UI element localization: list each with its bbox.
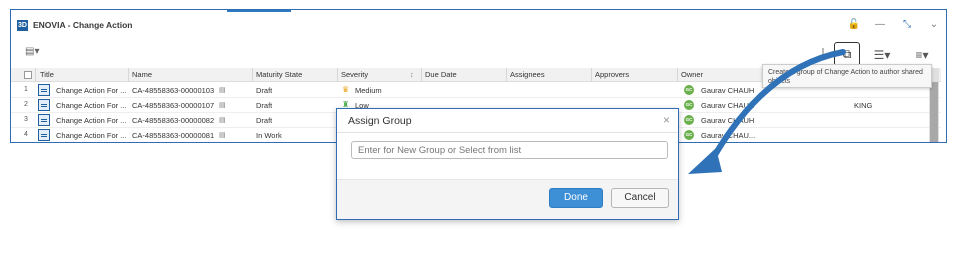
column-due-date[interactable]: Due Date (425, 70, 457, 79)
done-button[interactable]: Done (549, 188, 603, 208)
title-cell[interactable]: Change Action For ... (56, 101, 128, 110)
copy-icon[interactable]: ▤ (219, 101, 226, 109)
name-cell[interactable]: CA-48558363-00000107 (132, 101, 214, 110)
change-action-icon (38, 129, 50, 141)
name-cell[interactable]: CA-48558363-00000081 (132, 131, 214, 140)
state-cell: Draft (256, 86, 273, 95)
title-cell[interactable]: Change Action For ... (56, 131, 128, 140)
chevron-down-icon[interactable]: ⌄ (927, 18, 941, 32)
column-assignees[interactable]: Assignees (510, 70, 545, 79)
row-number: 2 (24, 101, 28, 108)
copy-icon[interactable]: ▤ (219, 131, 226, 139)
view-options-icon[interactable]: ▤▾ (25, 46, 51, 60)
state-cell: Draft (256, 101, 273, 110)
copy-icon[interactable]: ▤ (219, 86, 226, 94)
state-cell: Draft (256, 116, 273, 125)
state-cell: In Work (256, 131, 282, 140)
column-approvers[interactable]: Approvers (595, 70, 629, 79)
close-icon[interactable]: × (663, 113, 670, 127)
assign-group-dialog: Assign Group × Done Cancel (336, 108, 679, 220)
avatar: GC (684, 85, 694, 95)
column-maturity-state[interactable]: Maturity State (256, 70, 302, 79)
avatar: GC (684, 115, 694, 125)
title-bar: 3D ENOVIA - Change Action 🔓 — ⤡ ⌄ (11, 10, 946, 40)
scrollbar-thumb[interactable] (930, 82, 938, 142)
stage: 3D ENOVIA - Change Action 🔓 — ⤡ ⌄ ▤▾ ⧉ ☰… (0, 0, 960, 261)
name-cell[interactable]: CA-48558363-00000082 (132, 116, 214, 125)
row-number: 3 (24, 116, 28, 123)
column-severity[interactable]: Severity (341, 70, 368, 79)
owner-cell[interactable]: Gaurav CHAUH (701, 86, 754, 95)
list-view-button[interactable]: ☰▾ (867, 45, 897, 65)
column-owner[interactable]: Owner (681, 70, 703, 79)
collapse-icon[interactable]: ⤡ (900, 18, 914, 32)
owner-cell[interactable]: Gaurav CHAUH (701, 116, 754, 125)
group-name-input[interactable] (351, 141, 668, 159)
dialog-title: Assign Group (348, 115, 412, 127)
window-title: ENOVIA - Change Action (33, 20, 133, 30)
row-number: 1 (24, 86, 28, 93)
filter-button[interactable]: ≡▾ (907, 45, 937, 65)
cancel-button[interactable]: Cancel (611, 188, 669, 208)
title-cell[interactable]: Change Action For ... (56, 86, 128, 95)
change-action-icon (38, 99, 50, 111)
name-cell[interactable]: CA-48558363-00000103 (132, 86, 214, 95)
toolbar-divider (822, 48, 824, 60)
extra-cell: KING (854, 101, 873, 110)
enovia-logo-icon: 3D (17, 20, 28, 31)
owner-cell[interactable]: Gaurav CHAU... (701, 131, 755, 140)
column-name[interactable]: Name (132, 70, 152, 79)
avatar: GC (684, 100, 694, 110)
title-cell[interactable]: Change Action For ... (56, 116, 128, 125)
row-number: 4 (24, 131, 28, 138)
minimize-button[interactable]: — (873, 18, 887, 32)
copy-icon[interactable]: ▤ (219, 116, 226, 124)
lock-icon[interactable]: 🔓 (847, 18, 861, 32)
change-action-icon (38, 84, 50, 96)
sort-icon[interactable]: ↕ (410, 70, 414, 79)
create-group-tooltip: Create a group of Change Action to autho… (762, 64, 932, 88)
owner-cell[interactable]: Gaurav CHAUH (701, 101, 754, 110)
select-all-checkbox[interactable] (24, 71, 32, 79)
severity-medium-icon: ♛ (342, 85, 350, 94)
severity-cell: Medium (355, 86, 382, 95)
avatar: GC (684, 130, 694, 140)
change-action-icon (38, 114, 50, 126)
dialog-footer: Done Cancel (337, 179, 678, 219)
dialog-header: Assign Group × (337, 109, 678, 133)
column-title[interactable]: Title (40, 70, 54, 79)
